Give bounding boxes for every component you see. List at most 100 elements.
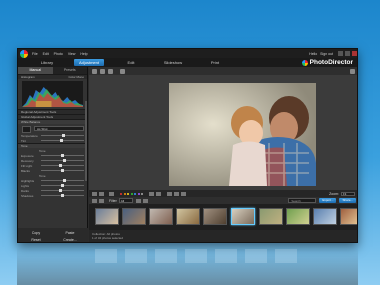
slider-thumb[interactable] [58,164,62,167]
create-preset-button[interactable]: Create... [55,237,85,242]
thumbnail[interactable] [95,208,119,225]
paste-button[interactable]: Paste [55,230,85,236]
color-label-dot[interactable] [137,192,140,195]
view-mode-icon[interactable] [92,191,97,196]
play-icon[interactable] [173,191,179,196]
status-bar: Collection: All photos 1 of 34 photos se… [89,230,357,242]
thumbnail-selected[interactable] [231,208,255,225]
histogram-color-option[interactable]: Color [68,75,75,79]
tab-edit[interactable]: Edit [116,59,146,66]
color-label-dot[interactable] [120,192,122,195]
thumbnail[interactable] [203,208,227,225]
thumbnail[interactable] [176,208,200,225]
fullscreen-icon[interactable] [99,191,104,196]
color-label-dot[interactable] [130,192,133,195]
white-balance-preset[interactable]: As Shot [34,126,84,131]
thumbnail[interactable] [286,208,310,225]
share-button[interactable]: Share... [339,198,356,203]
subheader-label: Tone [39,173,46,178]
slider-label: Tint [21,138,26,143]
slider-label: Exposure [21,153,34,158]
thumbnail[interactable] [122,208,146,225]
previous-icon[interactable] [166,191,172,196]
sort-icon[interactable] [135,198,141,203]
tab-presets[interactable]: Presets [53,67,88,74]
menu-help[interactable]: Help [80,52,87,56]
tag-icon[interactable] [142,198,148,203]
eyedropper-icon[interactable] [22,126,31,133]
slider-label: Temperature [21,133,38,138]
reflection-shape [185,249,207,263]
slider-shadows[interactable]: Shadows [18,193,87,198]
thumbnail[interactable] [313,208,337,225]
slider-thumb[interactable] [63,179,67,182]
sign-out-link[interactable]: Sign out [320,52,333,56]
color-label-dot[interactable] [141,192,143,195]
slider-label: Blacks [21,168,30,173]
menu-view[interactable]: View [68,52,76,56]
reflection-shape [155,249,177,263]
color-label-dot[interactable] [127,192,129,195]
window-reflection [17,246,358,285]
minimize-button[interactable] [338,51,343,56]
brand-name: PhotoDirector [309,59,353,66]
maximize-button[interactable] [345,51,350,56]
slider-thumb[interactable] [61,134,65,137]
panel-scrollbar[interactable] [85,101,87,181]
export-button[interactable]: Export... [319,198,337,203]
slider-thumb[interactable] [60,139,64,142]
slider-thumb[interactable] [61,184,64,187]
flag-icon[interactable] [109,191,114,196]
tab-manual[interactable]: Manual [18,67,53,74]
color-label-dot[interactable] [123,192,126,195]
thumbnail[interactable] [149,208,173,225]
thumbnail-view-icon[interactable] [92,198,97,203]
next-icon[interactable] [180,191,186,196]
list-view-icon[interactable] [99,198,104,203]
slider-thumb[interactable] [61,169,64,172]
module-tabs: Library Adjustment Edit Slideshow Print … [18,58,357,67]
crop-icon[interactable] [120,68,125,74]
tab-library[interactable]: Library [32,59,62,66]
filter-select[interactable]: All [118,198,133,203]
tab-slideshow[interactable]: Slideshow [158,59,188,66]
panel-bottom-buttons: Copy Paste Reset Create... [18,228,88,242]
single-view-icon[interactable] [100,68,105,74]
slider-thumb[interactable] [58,189,62,192]
menu-file[interactable]: File [32,52,38,56]
histogram-header[interactable]: Histogram Color Mono [18,74,87,79]
main-photo [169,83,316,186]
thumbnail[interactable] [259,208,283,225]
zoom-control: Zoom: Fit [329,191,355,196]
copy-button[interactable]: Copy [21,230,51,236]
reflection-shape [245,249,267,263]
thumbnail[interactable] [340,208,357,225]
slider-label: Darks [21,188,29,193]
menu-photo[interactable]: Photo [54,52,63,56]
close-button[interactable] [352,51,357,56]
rotate-left-icon[interactable] [148,191,154,196]
user-greeting: Hello [309,51,318,56]
reset-button[interactable]: Reset [21,237,51,242]
adjustment-panel: Manual Presets Histogram Color Mono Regi… [18,67,88,242]
filmstrip [89,204,357,230]
settings-icon[interactable] [350,68,355,74]
compare-view-icon[interactable] [108,68,113,74]
tab-adjustment[interactable]: Adjustment [74,59,104,66]
color-label-dot[interactable] [134,192,136,195]
zoom-select[interactable]: Fit [341,191,355,196]
slider-thumb[interactable] [63,159,67,162]
grid-view-icon[interactable] [92,68,97,74]
slider-label: Fill Light [21,163,33,168]
slider-thumb[interactable] [61,194,64,197]
search-input[interactable]: Search [288,198,317,203]
rotate-right-icon[interactable] [155,191,161,196]
tab-print[interactable]: Print [200,59,230,66]
slider-label: Highlights [21,178,35,183]
slider-thumb[interactable] [61,154,64,157]
menu-edit[interactable]: Edit [43,52,49,56]
histogram-label: Histogram [21,75,35,79]
histogram-mono-option[interactable]: Mono [76,75,84,79]
filter-label: Filter [109,198,117,203]
slider-label: Shadows [21,193,34,198]
